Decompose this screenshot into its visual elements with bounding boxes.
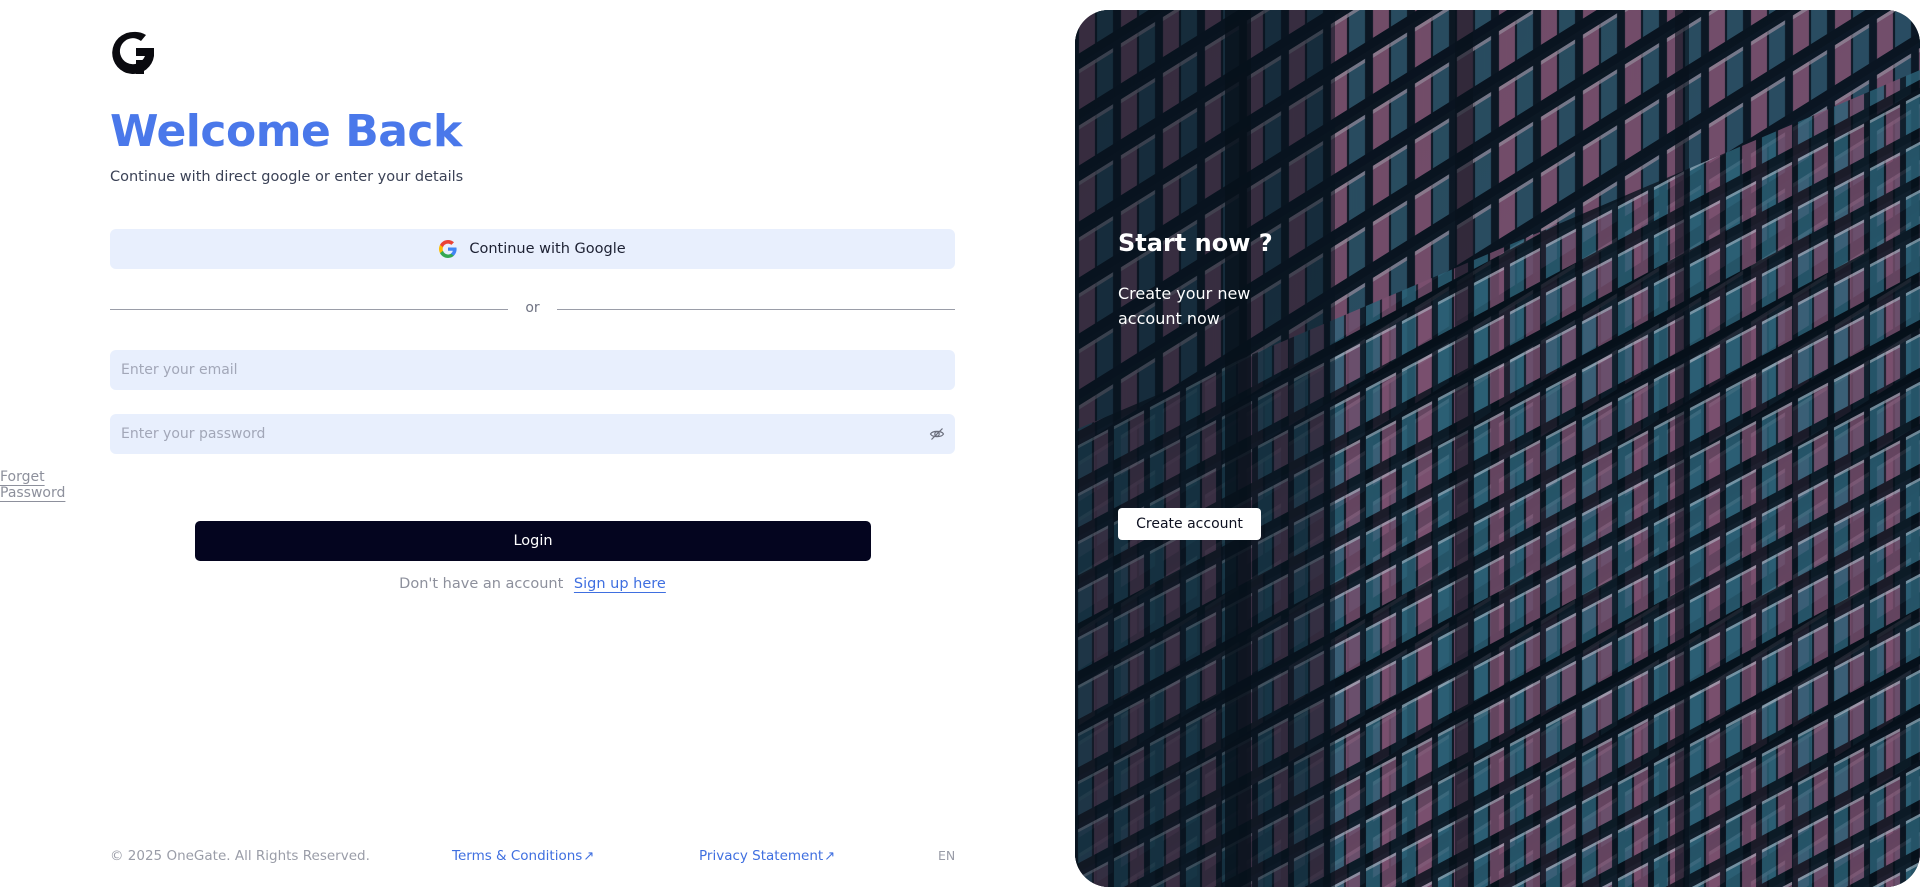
- terms-link[interactable]: Terms & Conditions↗: [452, 848, 594, 864]
- signup-prompt: Don't have an account Sign up here: [0, 576, 1065, 592]
- external-link-icon: ↗: [824, 849, 836, 864]
- hero-text: Create your new account now: [1118, 284, 1251, 328]
- hero-title: Start now ?: [1118, 229, 1273, 257]
- privacy-link[interactable]: Privacy Statement↗: [699, 848, 835, 864]
- password-field-wrapper: [110, 414, 955, 454]
- password-input[interactable]: [110, 414, 955, 454]
- onegate-logo-icon: [112, 31, 154, 74]
- copyright-text: © 2025 OneGate. All Rights Reserved.: [110, 848, 370, 864]
- google-icon: [439, 240, 457, 258]
- login-button[interactable]: Login: [195, 521, 871, 561]
- google-button-label: Continue with Google: [469, 241, 626, 257]
- no-account-text: Don't have an account: [399, 576, 564, 592]
- login-panel: Welcome Back Continue with direct google…: [0, 0, 1075, 893]
- page-title: Welcome Back: [110, 106, 462, 157]
- continue-with-google-button[interactable]: Continue with Google: [110, 229, 955, 269]
- hero-panel: Start now ? Create your new account now …: [1075, 10, 1920, 887]
- create-account-button[interactable]: Create account: [1118, 508, 1261, 540]
- terms-link-label: Terms & Conditions: [452, 848, 583, 864]
- external-link-icon: ↗: [583, 849, 595, 864]
- email-input[interactable]: [110, 350, 955, 390]
- eye-hidden-icon[interactable]: [929, 426, 945, 442]
- signup-link[interactable]: Sign up here: [574, 576, 666, 592]
- city-building-night-image: [1075, 10, 1920, 887]
- email-field-wrapper: [110, 350, 955, 390]
- divider-or-text: or: [525, 300, 540, 316]
- forget-password-link[interactable]: Forget Password: [0, 469, 110, 501]
- or-divider: or: [110, 300, 955, 320]
- divider-line-right: [557, 309, 955, 310]
- language-selector[interactable]: EN: [938, 848, 955, 863]
- page-subtitle: Continue with direct google or enter you…: [110, 169, 464, 185]
- privacy-link-label: Privacy Statement: [699, 848, 824, 864]
